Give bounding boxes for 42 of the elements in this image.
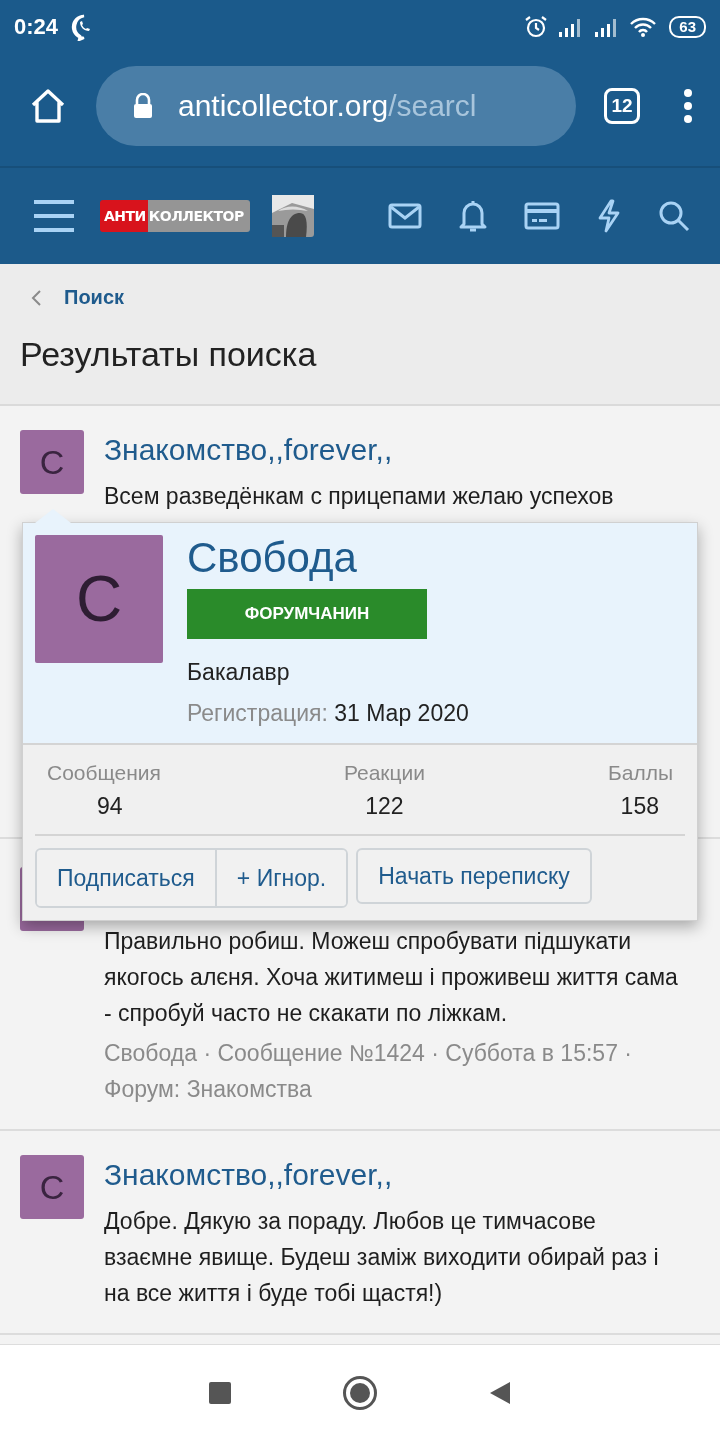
more-icon[interactable]: [682, 88, 694, 124]
member-avatar[interactable]: С: [35, 535, 163, 663]
search-icon[interactable]: [658, 200, 690, 232]
user-avatar[interactable]: С: [20, 430, 84, 494]
result-meta: Свобода · Сообщение №1424 · Суббота в 15:57 · Форум: Знакомства: [104, 1039, 633, 1104]
wifi-icon: [629, 16, 658, 38]
lock-icon: [132, 93, 154, 119]
clock: 0:24: [14, 14, 59, 40]
lightning-icon[interactable]: [596, 199, 622, 233]
breadcrumb-link[interactable]: Поиск: [64, 286, 125, 309]
battery-indicator: 63: [669, 16, 706, 38]
stat-value: 94: [96, 793, 124, 820]
member-name-link[interactable]: Свобода: [187, 535, 357, 581]
stat-value: 158: [619, 793, 660, 820]
mail-icon[interactable]: [388, 203, 422, 229]
popup-button[interactable]: + Игнор.: [214, 850, 347, 906]
home-button-icon[interactable]: [342, 1374, 378, 1411]
result-snippet: Всем разведёнкам с прицепами желаю успехов: [104, 482, 615, 511]
url-text: anticollector.org/searcl: [178, 89, 477, 123]
stat-label: Баллы: [607, 761, 673, 785]
registration-date: Регистрация: 31 Мар 2020: [187, 700, 469, 727]
result-snippet: Правильно робиш. Можеш спробувати підшукати якогось алєня. Хоча житимеш і проживеш життя сама - спробуй часто не скакати по ліжкам.: [104, 927, 679, 1028]
page-title: Результаты поиска: [20, 335, 318, 374]
card-icon[interactable]: [524, 202, 560, 230]
bell-icon[interactable]: [458, 199, 488, 233]
popup-button[interactable]: Начать переписку: [356, 848, 592, 904]
stat-label: Сообщения: [47, 761, 161, 785]
user-avatar[interactable]: [271, 195, 314, 237]
result-snippet: Добре. Дякую за пораду. Любов це тимчасове взаємне явище. Будеш заміж виходити обирай раз і на все життя і буде тобі щастя!): [104, 1207, 660, 1308]
stat-label: Реакции: [343, 761, 425, 785]
member-badge: ФОРУМЧАНИН: [187, 589, 427, 639]
result-title-link[interactable]: Знакомство,,forever,,: [104, 430, 684, 470]
recent-apps-icon[interactable]: [208, 1380, 232, 1405]
back-icon[interactable]: [488, 1380, 512, 1405]
result-title-link[interactable]: Знакомство,,forever,,: [104, 1155, 684, 1195]
member-title: Бакалавр: [187, 659, 290, 686]
back-chevron-icon[interactable]: [30, 288, 42, 307]
menu-icon[interactable]: [32, 198, 76, 234]
tab-count-button[interactable]: 12: [604, 88, 640, 124]
stat-value: 122: [364, 793, 405, 820]
address-bar[interactable]: anticollector.org/searcl: [96, 66, 576, 146]
user-avatar[interactable]: С: [20, 1155, 84, 1219]
